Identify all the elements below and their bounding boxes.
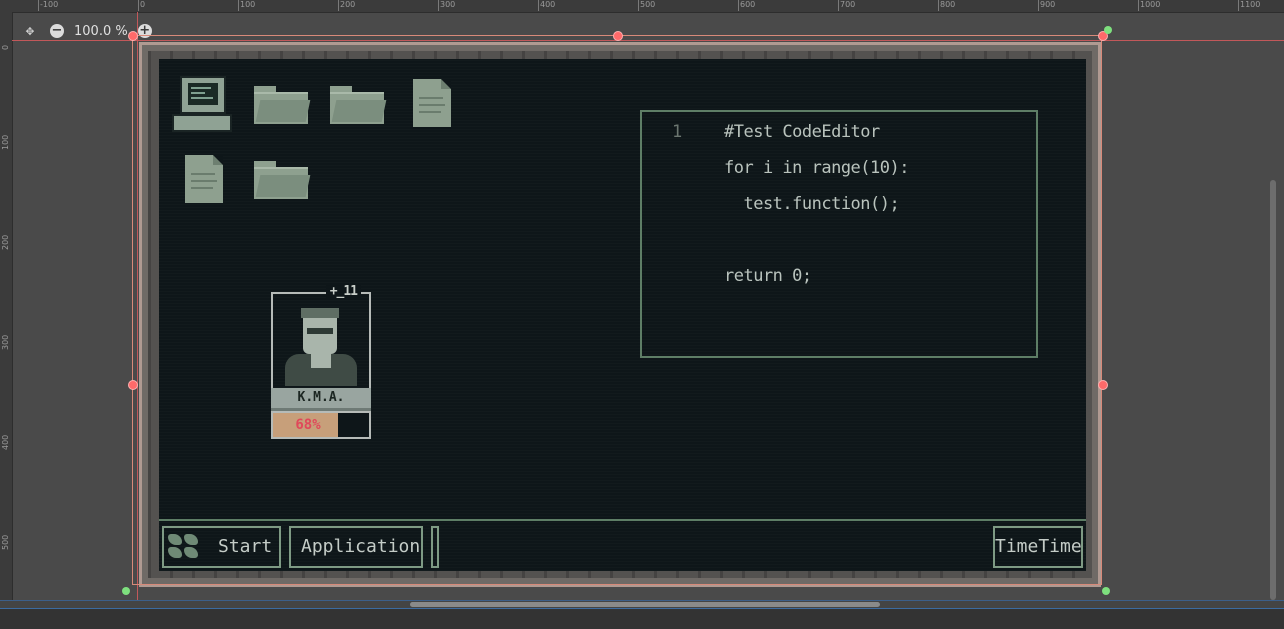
vertical-scrollbar[interactable] bbox=[1270, 180, 1276, 600]
resize-handle[interactable] bbox=[128, 380, 138, 390]
ruler-label: 200 bbox=[1, 234, 10, 250]
ruler-label: 400 bbox=[540, 0, 556, 9]
resize-handle[interactable] bbox=[128, 31, 138, 41]
selection-frame bbox=[132, 35, 1102, 585]
ruler-label: 100 bbox=[240, 0, 256, 9]
ruler-label: 700 bbox=[840, 0, 856, 9]
ruler-label: 300 bbox=[1, 334, 10, 350]
ruler-label: -100 bbox=[40, 0, 59, 9]
vertical-ruler: 0 100 200 300 400 500 bbox=[0, 12, 13, 608]
zoom-out-button[interactable]: − bbox=[50, 24, 64, 38]
ruler-label: 600 bbox=[740, 0, 756, 9]
ruler-label: 900 bbox=[1040, 0, 1056, 9]
ruler-label: 100 bbox=[1, 134, 10, 150]
horizontal-ruler: -100 0 100 200 300 400 500 600 700 800 9… bbox=[0, 0, 1284, 13]
ruler-label: 500 bbox=[640, 0, 656, 9]
ruler-label: 400 bbox=[1, 434, 10, 450]
ruler-label: 800 bbox=[940, 0, 956, 9]
center-view-icon[interactable]: ✥ bbox=[20, 21, 40, 41]
ruler-label: 0 bbox=[1, 44, 10, 50]
resize-handle[interactable] bbox=[1098, 380, 1108, 390]
ruler-label: 200 bbox=[340, 0, 356, 9]
anchor-handle[interactable] bbox=[1102, 587, 1110, 595]
anchor-handle[interactable] bbox=[1104, 26, 1112, 34]
bottom-panel bbox=[0, 608, 1284, 629]
ruler-label: 0 bbox=[140, 0, 146, 9]
horizontal-scroll-thumb[interactable] bbox=[410, 602, 880, 607]
ruler-label: 1100 bbox=[1240, 0, 1261, 9]
zoom-level[interactable]: 100.0 % bbox=[74, 24, 128, 39]
anchor-handle[interactable] bbox=[122, 587, 130, 595]
ruler-label: 300 bbox=[440, 0, 456, 9]
ruler-label: 500 bbox=[1, 534, 10, 550]
ruler-label: 1000 bbox=[1140, 0, 1161, 9]
resize-handle[interactable] bbox=[613, 31, 623, 41]
